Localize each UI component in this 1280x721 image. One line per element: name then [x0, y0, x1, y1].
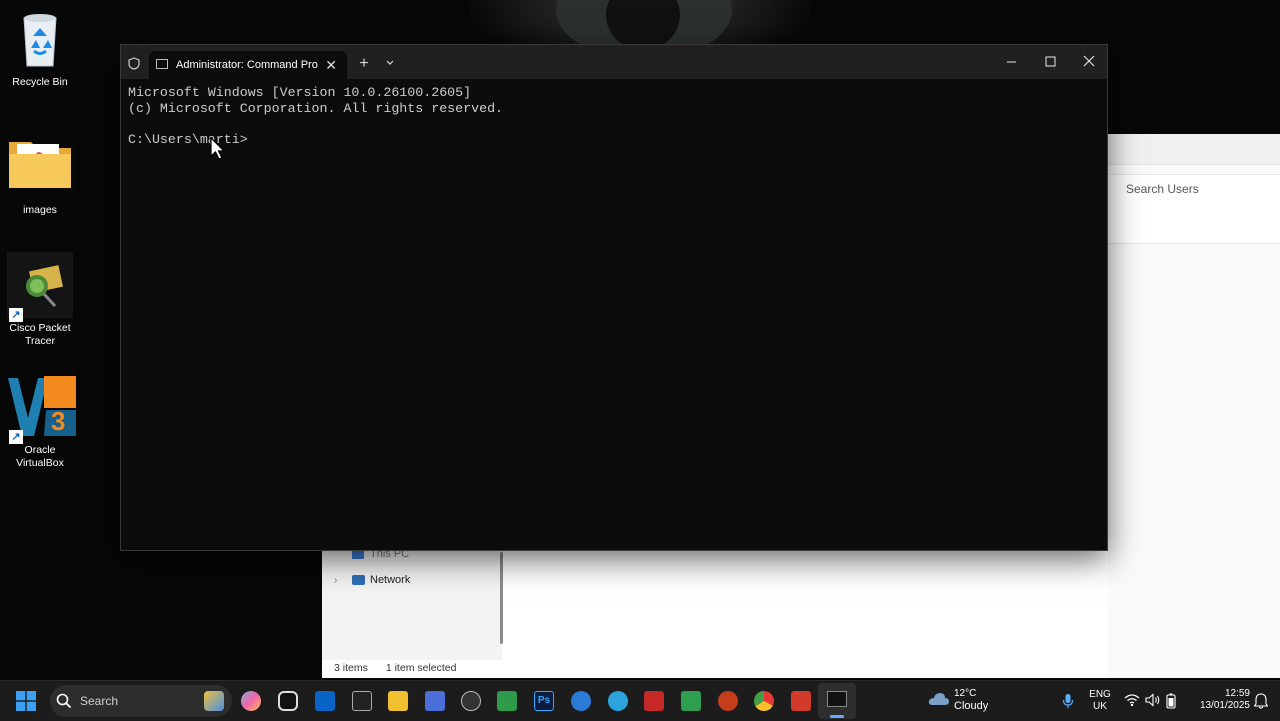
nav-item-label: Network	[370, 574, 411, 586]
search-highlight-icon	[204, 691, 224, 711]
desktop-icon-label: Oracle VirtualBox	[16, 444, 64, 469]
minimize-button[interactable]	[991, 45, 1031, 77]
obs-icon[interactable]	[461, 691, 481, 711]
camtasia-green-icon[interactable]	[681, 691, 701, 711]
shield-icon	[127, 57, 141, 73]
snipping-tool-icon[interactable]	[425, 691, 445, 711]
terminal-titlebar[interactable]: Administrator: Command Pro ✕ +	[121, 45, 1107, 79]
powerpoint-icon[interactable]	[718, 691, 738, 711]
camera-app-icon[interactable]	[278, 691, 298, 711]
language-indicator[interactable]: ENG UK	[1088, 689, 1112, 713]
svg-text:3: 3	[51, 406, 65, 436]
active-indicator	[830, 715, 844, 718]
packet-tracer-icon: ↗	[7, 252, 73, 322]
packet-tracer-taskbar-icon[interactable]	[497, 691, 517, 711]
new-tab-icon[interactable]: +	[357, 56, 371, 72]
weather-temp: 12°C	[954, 688, 977, 699]
file-explorer-window: Search Users	[1108, 134, 1280, 678]
tab-title: Administrator: Command Pro	[176, 59, 318, 71]
console-line: (c) Microsoft Corporation. All rights re…	[128, 100, 504, 116]
weather-widget[interactable]: 12°C Cloudy	[954, 688, 988, 712]
clock[interactable]: 12:59 13/01/2025	[1190, 688, 1250, 712]
recycle-bin-icon	[7, 6, 73, 72]
clock-date: 13/01/2025	[1199, 700, 1250, 711]
filezilla-icon[interactable]	[644, 691, 664, 711]
outlook-icon[interactable]	[315, 691, 335, 711]
status-item-count: 3 items	[334, 662, 368, 674]
language-region: UK	[1093, 701, 1107, 712]
terminal-taskbar-button[interactable]	[818, 683, 856, 719]
desktop-icon-label: images	[23, 204, 57, 216]
desktop-icon-oracle-virtualbox[interactable]: 3 ↗ Oracle VirtualBox	[0, 374, 80, 470]
chevron-down-icon[interactable]	[383, 57, 397, 71]
mouse-pointer-icon	[210, 136, 226, 166]
console-prompt: C:\Users\marti>	[128, 131, 248, 147]
language-code: ENG	[1089, 689, 1111, 700]
nav-item-network[interactable]: › Network	[334, 570, 410, 590]
desktop-icon-label: Cisco Packet Tracer	[9, 322, 71, 347]
volume-icon[interactable]	[1145, 693, 1161, 712]
status-selection: 1 item selected	[385, 662, 457, 674]
weather-condition: Cloudy	[954, 700, 989, 712]
file-explorer-lower: This PC › Network 3 items 1 item selecte…	[322, 548, 1108, 678]
terminal-window[interactable]: Administrator: Command Pro ✕ + Microsoft…	[120, 44, 1108, 551]
close-tab-icon[interactable]: ✕	[325, 57, 337, 74]
navigation-scrollbar[interactable]	[500, 552, 503, 644]
console-line: Microsoft Windows [Version 10.0.26100.26…	[128, 85, 472, 100]
camtasia-red-icon[interactable]	[791, 691, 811, 711]
desktop-icon-cisco-packet-tracer[interactable]: ↗ Cisco Packet Tracer	[0, 252, 80, 348]
wifi-icon[interactable]	[1124, 693, 1140, 712]
folder-icon	[7, 134, 73, 200]
shortcut-arrow-icon: ↗	[9, 430, 23, 444]
windows-start-icon[interactable]	[16, 691, 36, 716]
copilot-icon[interactable]	[241, 691, 261, 711]
virtualbox-icon: 3 ↗	[7, 374, 76, 444]
desktop-icon-images[interactable]: images	[0, 134, 80, 217]
close-button[interactable]	[1069, 45, 1109, 77]
taskbar-search-label: Search	[80, 694, 119, 708]
taskbar: Search Ps 12°C Cloudy ENG UK 12:59 13/01…	[0, 680, 1280, 721]
chevron-right-icon[interactable]: ›	[334, 575, 348, 586]
desktop-icon-label: Recycle Bin	[12, 76, 68, 88]
taskbar-search-box[interactable]: Search	[50, 685, 232, 717]
maximize-button[interactable]	[1030, 45, 1070, 77]
shortcut-arrow-icon: ↗	[9, 308, 23, 322]
battery-icon[interactable]	[1166, 693, 1176, 714]
search-icon	[56, 693, 72, 709]
cmd-tab-icon	[156, 59, 168, 69]
tab-command-prompt[interactable]: Administrator: Command Pro ✕	[149, 51, 347, 79]
cloud-icon[interactable]	[928, 692, 950, 711]
explorer-navigation-pane: This PC › Network	[322, 548, 503, 660]
explorer-status-bar: 3 items 1 item selected	[334, 662, 456, 674]
capture-tool-icon[interactable]	[352, 691, 372, 711]
photoshop-icon[interactable]: Ps	[534, 691, 554, 711]
file-explorer-taskbar-icon[interactable]	[388, 691, 408, 711]
network-icon	[352, 575, 365, 585]
clock-time: 12:59	[1224, 688, 1250, 699]
console-output[interactable]: Microsoft Windows [Version 10.0.26100.26…	[128, 85, 503, 147]
terminal-icon	[827, 691, 847, 707]
snowflake-app-icon[interactable]	[571, 691, 591, 711]
desktop-icon-recycle-bin[interactable]: Recycle Bin	[0, 6, 80, 89]
chrome-icon[interactable]	[754, 691, 774, 711]
explorer-toolbar	[1108, 134, 1280, 165]
explorer-search-placeholder: Search Users	[1126, 182, 1199, 196]
explorer-search-box[interactable]: Search Users	[1108, 174, 1280, 244]
telegram-icon[interactable]	[608, 691, 628, 711]
notification-bell-icon[interactable]	[1253, 693, 1269, 714]
microphone-icon[interactable]	[1062, 693, 1074, 714]
